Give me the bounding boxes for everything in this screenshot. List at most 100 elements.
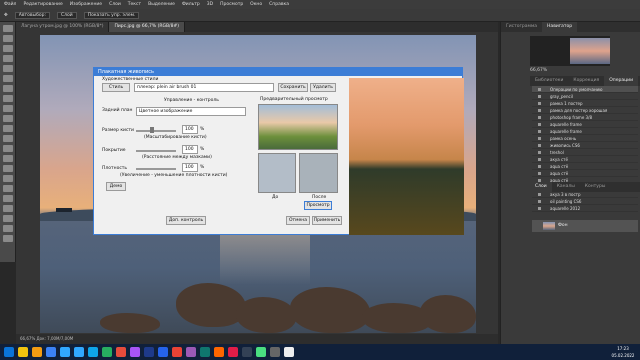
document-tab[interactable]: Пирс.jpg @ 66,7% (RGB/8#) [109,22,185,32]
taskbar-app-icon[interactable] [102,347,112,357]
menu-item[interactable]: Фильтр [182,2,200,7]
tool-icon[interactable] [2,235,13,242]
taskbar-app-icon[interactable] [74,347,84,357]
density-slider[interactable] [136,168,176,170]
show-transform-checkbox[interactable]: Показать упр. элем. [83,11,140,19]
menu-item[interactable]: Текст [128,2,141,7]
demo-button[interactable]: Демо [106,182,126,191]
menu-item[interactable]: 3D [207,2,213,7]
taskbar-app-icon[interactable] [130,347,140,357]
action-item[interactable]: акуа стё [532,156,638,163]
taskbar-app-icon[interactable] [270,347,280,357]
background-select[interactable]: Цветное изображение [136,107,246,116]
tool-icon[interactable] [2,215,13,222]
tool-icon[interactable] [2,65,13,72]
tab-libraries[interactable]: Библиотеки [530,76,568,86]
action-item[interactable]: photoshop frame 3/8 [532,114,638,121]
document-tab[interactable]: Лагуна утром.jpg @ 100% (RGB/8*) [16,22,110,32]
action-item[interactable]: рамка осень [532,135,638,142]
coverage-slider[interactable] [136,150,176,152]
tool-icon[interactable] [2,155,13,162]
tool-icon[interactable] [2,85,13,92]
taskbar-app-icon[interactable] [256,347,266,357]
action-item[interactable]: Операции по умолчанию [532,86,638,93]
cancel-button[interactable]: Отмена [286,216,310,225]
taskbar-app-icon[interactable] [88,347,98,357]
taskbar-app-icon[interactable] [158,347,168,357]
tool-icon[interactable] [2,45,13,52]
tool-icon[interactable] [2,105,13,112]
action-item[interactable]: aqua стё [532,163,638,170]
tool-icon[interactable] [2,185,13,192]
brush-size-input[interactable]: 100 [182,125,198,134]
preset-field[interactable]: пленэр: plein air brush 01 [134,83,274,92]
navigator-thumbnail[interactable] [570,38,610,64]
brush-size-thumb[interactable] [150,127,154,133]
taskbar-app-icon[interactable] [228,347,238,357]
taskbar-app-icon[interactable] [116,347,126,357]
tool-icon[interactable] [2,135,13,142]
action-item[interactable]: treshol [532,149,638,156]
brush-size-slider[interactable] [136,130,176,132]
action-item[interactable]: акуа 3 в постр [532,191,638,198]
layer-dropdown[interactable]: Слой [57,11,77,19]
taskbar-app-icon[interactable] [284,347,294,357]
tab-layers[interactable]: Слои [530,182,552,192]
auto-select-checkbox[interactable]: Автовыбор: [14,11,50,19]
tool-icon[interactable] [2,75,13,82]
preview-main[interactable] [258,104,338,150]
tool-icon[interactable] [2,35,13,42]
action-item[interactable]: oil painting CS6 [532,198,638,205]
taskbar-app-icon[interactable] [4,347,14,357]
action-item[interactable]: aqua стё [532,170,638,177]
extra-control-button[interactable]: Доп. контроль [166,216,206,225]
tab-paths[interactable]: Контуры [580,182,611,192]
tool-icon[interactable] [2,175,13,182]
density-input[interactable]: 100 [182,163,198,172]
zoom-level[interactable]: 66,67% [530,68,640,74]
coverage-input[interactable]: 100 [182,145,198,154]
taskbar-app-icon[interactable] [186,347,196,357]
system-clock[interactable]: 17:23 05.02.2022 [608,345,638,359]
taskbar-app-icon[interactable] [242,347,252,357]
taskbar-app-icon[interactable] [144,347,154,357]
taskbar-app-icon[interactable] [200,347,210,357]
action-item[interactable]: рамка 1 постер [532,100,638,107]
menu-item[interactable]: Редактирование [23,2,62,7]
action-item[interactable]: aquarelle frame [532,121,638,128]
tab-navigator[interactable]: Навигатор [542,22,578,32]
taskbar-app-icon[interactable] [46,347,56,357]
taskbar-app-icon[interactable] [32,347,42,357]
action-item[interactable]: живопись CS6 [532,142,638,149]
tab-actions[interactable]: Операции [604,76,638,86]
action-item[interactable]: рамка для постер хорошая [532,107,638,114]
save-button[interactable]: Сохранить [278,83,308,92]
tool-icon[interactable] [2,115,13,122]
tool-icon[interactable] [2,55,13,62]
taskbar-app-icon[interactable] [60,347,70,357]
action-item[interactable]: gray_pencil [532,93,638,100]
tool-icon[interactable] [2,145,13,152]
menu-item[interactable]: Изображение [70,2,102,7]
tab-histogram[interactable]: Гистограмма [501,22,542,32]
menu-item[interactable]: Файл [4,2,16,7]
tab-adjustments[interactable]: Коррекция [568,76,604,86]
tool-icon[interactable] [2,195,13,202]
taskbar-app-icon[interactable] [214,347,224,357]
tool-icon[interactable] [2,225,13,232]
tool-icon[interactable] [2,25,13,32]
menu-item[interactable]: Окно [250,2,262,7]
menu-item[interactable]: Слои [109,2,121,7]
style-dropdown[interactable]: Стиль [102,83,130,92]
tool-icon[interactable] [2,165,13,172]
apply-button[interactable]: Применить [312,216,342,225]
menu-item[interactable]: Просмотр [220,2,243,7]
move-tool-icon[interactable]: ✥ [4,13,8,18]
menu-item[interactable]: Справка [269,2,289,7]
tool-icon[interactable] [2,125,13,132]
tab-channels[interactable]: Каналы [552,182,580,192]
menu-item[interactable]: Выделение [148,2,175,7]
preview-button[interactable]: Просмотр [304,201,332,210]
delete-button[interactable]: Удалить [310,83,336,92]
tool-icon[interactable] [2,95,13,102]
